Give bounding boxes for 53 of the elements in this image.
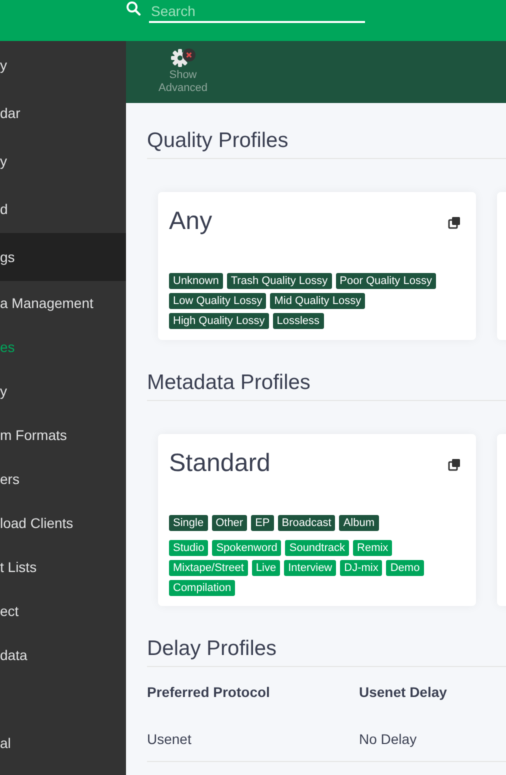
column-header: Usenet Delay: [359, 684, 448, 700]
profile-name: Any: [169, 207, 212, 236]
sidebar-item[interactable]: t Lists: [0, 545, 126, 589]
tag-label: Unknown: [169, 273, 223, 289]
sidebar-item[interactable]: m Formats: [0, 413, 126, 457]
clone-icon[interactable]: [448, 458, 461, 471]
clone-icon[interactable]: [448, 216, 461, 229]
table-cell-text: Usenet: [147, 731, 192, 747]
sidebar-item[interactable]: d: [0, 185, 126, 233]
sidebar-item[interactable]: ers: [0, 457, 126, 501]
tag-label: Mixtape/Street: [169, 560, 248, 576]
sidebar-item[interactable]: es: [0, 325, 126, 369]
tag-label: Spokenword: [212, 540, 282, 556]
tag-label: Other: [212, 515, 248, 531]
sidebar-item[interactable]: ect: [0, 589, 126, 633]
tag-label: Mid Quality Lossy: [270, 293, 366, 309]
search-field[interactable]: Search: [149, 0, 365, 23]
tag-label: DJ-mix: [340, 560, 382, 576]
tag-label: Compilation: [169, 580, 236, 596]
tag-label: Interview: [284, 560, 336, 576]
profile-card[interactable]: Standard Single Other EP Broadcast Album Studio Spokenword Soundtrack Remix Mixtape/Street Live Interview DJ-mix Demo Compilation: [158, 434, 476, 606]
tag-label: Lossless: [272, 313, 324, 329]
sidebar-item[interactable]: a Management: [0, 281, 126, 325]
tag-label: Album: [339, 515, 378, 531]
tag-label: Studio: [169, 540, 208, 556]
table-cell-text: No Delay: [359, 731, 418, 747]
column-header: Preferred Protocol: [147, 684, 271, 700]
section-title: Quality Profiles: [147, 129, 506, 159]
sidebar-item[interactable]: y: [0, 137, 126, 185]
tag-label: Remix: [353, 540, 392, 556]
sidebar-item[interactable]: data: [0, 633, 126, 677]
sidebar-item[interactable]: gs: [0, 233, 126, 281]
section-title: Delay Profiles: [147, 637, 506, 667]
tag-label: Trash Quality Lossy: [226, 273, 332, 289]
sidebar-item[interactable]: al: [0, 719, 126, 767]
sidebar-item[interactable]: load Clients: [0, 501, 126, 545]
profile-card[interactable]: Any Unknown Trash Quality Lossy Poor Quality Lossy Low Quality Lossy Mid Quality Lossy High Quality Lossy Lossless: [158, 192, 476, 340]
tag-label: Soundtrack: [285, 540, 350, 556]
tag-label: High Quality Lossy: [169, 313, 269, 329]
tag-label: Broadcast: [278, 515, 336, 531]
profile-name: Standard: [169, 449, 270, 478]
section-title: Metadata Profiles: [147, 371, 506, 401]
search-icon: [126, 1, 141, 16]
sidebar-item[interactable]: y: [0, 41, 126, 89]
sidebar-item[interactable]: y: [0, 369, 126, 413]
tag-label: Demo: [386, 560, 424, 576]
sidebar-item[interactable]: dar: [0, 89, 126, 137]
tag-label: EP: [251, 515, 274, 531]
tag-label: Poor Quality Lossy: [336, 273, 436, 289]
gear-icon: [170, 47, 196, 69]
tag-label: Low Quality Lossy: [169, 293, 266, 309]
tag-label: Single: [169, 515, 208, 531]
tag-label: Live: [252, 560, 280, 576]
